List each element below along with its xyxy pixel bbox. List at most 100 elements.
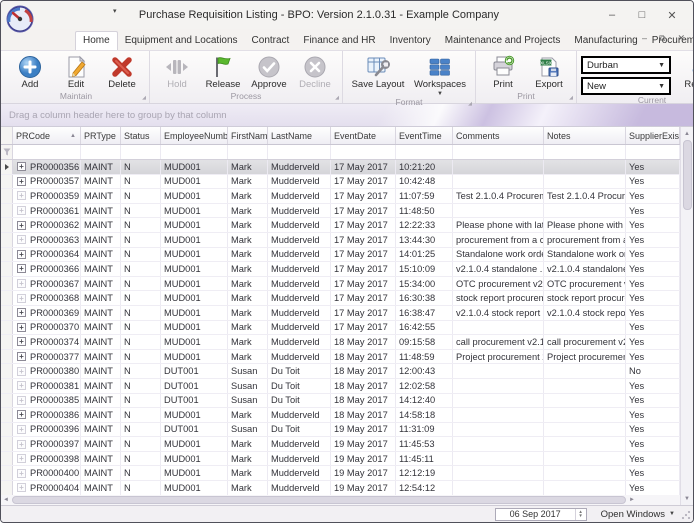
table-row[interactable]: +PR0000404 MAINT N MUD001 Mark Muddervel… [1, 481, 680, 495]
edit-button[interactable]: Edit [53, 53, 99, 90]
table-row[interactable]: +PR0000364 MAINT N MUD001 Mark Muddervel… [1, 248, 680, 263]
table-row[interactable]: +PR0000363 MAINT N MUD001 Mark Muddervel… [1, 233, 680, 248]
table-row[interactable]: +PR0000377 MAINT N MUD001 Mark Muddervel… [1, 350, 680, 365]
grid-filter-row[interactable] [1, 145, 680, 160]
tab-contract[interactable]: Contract [245, 32, 297, 50]
table-row[interactable]: +PR0000367 MAINT N MUD001 Mark Muddervel… [1, 277, 680, 292]
expand-row-icon[interactable]: + [17, 483, 26, 492]
column-header-status[interactable]: Status [121, 127, 161, 144]
table-row[interactable]: +PR0000381 MAINT N DUT001 Susan Du Toit … [1, 379, 680, 394]
expand-row-icon[interactable]: + [17, 206, 26, 215]
expand-row-icon[interactable]: + [17, 308, 26, 317]
ribbon-close-icon[interactable]: ✕ [677, 33, 685, 44]
expand-row-icon[interactable]: + [17, 396, 26, 405]
table-row[interactable]: +PR0000400 MAINT N MUD001 Mark Muddervel… [1, 466, 680, 481]
table-row[interactable]: +PR0000370 MAINT N MUD001 Mark Muddervel… [1, 321, 680, 336]
filter-cell[interactable] [13, 145, 81, 159]
minimize-button[interactable]: – [597, 4, 627, 26]
add-button[interactable]: Add [7, 53, 53, 90]
date-spinner[interactable]: ▲▼ [575, 509, 586, 520]
date-picker[interactable]: 06 Sep 2017 ▲▼ [495, 508, 587, 521]
filter-cell[interactable] [268, 145, 331, 159]
column-header-notes[interactable]: Notes [544, 127, 626, 144]
expand-row-icon[interactable]: + [17, 410, 26, 419]
export-button[interactable]: XLSX Export [526, 53, 572, 90]
table-row[interactable]: +PR0000396 MAINT N DUT001 Susan Du Toit … [1, 423, 680, 438]
expand-row-icon[interactable]: + [17, 162, 26, 171]
release-button[interactable]: Release [200, 53, 246, 90]
table-row[interactable]: +PR0000366 MAINT N MUD001 Mark Muddervel… [1, 262, 680, 277]
filter-cell[interactable] [396, 145, 453, 159]
tab-home[interactable]: Home [75, 31, 118, 50]
table-row[interactable]: +PR0000361 MAINT N MUD001 Mark Muddervel… [1, 204, 680, 219]
expand-row-icon[interactable]: + [17, 323, 26, 332]
column-header-employeenumber[interactable]: EmployeeNumber [161, 127, 228, 144]
workspaces-button[interactable]: Workspaces ▼ [409, 53, 471, 97]
tab-maintenance-and-projects[interactable]: Maintenance and Projects [438, 32, 568, 50]
expand-row-icon[interactable]: + [17, 191, 26, 200]
open-windows-button[interactable]: Open Windows ▼ [601, 509, 675, 520]
table-row[interactable]: +PR0000374 MAINT N MUD001 Mark Muddervel… [1, 335, 680, 350]
vertical-scroll-thumb[interactable] [683, 140, 692, 210]
filter-cell[interactable] [121, 145, 161, 159]
delete-button[interactable]: Delete [99, 53, 145, 90]
expand-row-icon[interactable]: + [17, 337, 26, 346]
filter-cell[interactable] [331, 145, 396, 159]
save-layout-button[interactable]: Save Layout [347, 53, 409, 90]
expand-row-icon[interactable]: + [17, 177, 26, 186]
quick-access-dropdown-icon[interactable]: ▾ [113, 7, 117, 15]
column-header-lastname[interactable]: LastName [268, 127, 331, 144]
table-row[interactable]: +PR0000397 MAINT N MUD001 Mark Muddervel… [1, 437, 680, 452]
table-row[interactable]: +PR0000380 MAINT N DUT001 Susan Du Toit … [1, 364, 680, 379]
ribbon-restore-icon[interactable]: ⧉ [659, 33, 665, 44]
column-header-supplierexist[interactable]: SupplierExist [626, 127, 680, 144]
dialog-launcher-icon[interactable]: ◢ [468, 101, 472, 107]
expand-row-icon[interactable]: + [17, 250, 26, 259]
filter-cell[interactable] [626, 145, 680, 159]
filter-cell[interactable] [81, 145, 121, 159]
vertical-scrollbar[interactable]: ▲ ▼ [680, 127, 693, 505]
expand-row-icon[interactable]: + [17, 440, 26, 449]
tab-manufacturing[interactable]: Manufacturing [567, 32, 644, 50]
maximize-button[interactable]: □ [627, 4, 657, 26]
refresh-button[interactable]: Refresh [679, 53, 694, 90]
scroll-left-icon[interactable]: ◄ [1, 497, 11, 503]
table-row[interactable]: +PR0000357 MAINT N MUD001 Mark Muddervel… [1, 175, 680, 190]
scroll-right-icon[interactable]: ► [627, 497, 637, 503]
close-button[interactable]: ✕ [657, 4, 687, 26]
expand-row-icon[interactable]: + [17, 264, 26, 273]
column-header-prtype[interactable]: PRType [81, 127, 121, 144]
filter-cell[interactable] [161, 145, 228, 159]
table-row[interactable]: +PR0000369 MAINT N MUD001 Mark Muddervel… [1, 306, 680, 321]
table-row[interactable]: +PR0000362 MAINT N MUD001 Mark Muddervel… [1, 218, 680, 233]
expand-row-icon[interactable]: + [17, 352, 26, 361]
horizontal-scrollbar[interactable]: ◄ ► [1, 495, 637, 505]
site-combobox[interactable]: Durban ▼ [581, 56, 671, 74]
scroll-up-icon[interactable]: ▲ [681, 127, 694, 140]
column-header-eventtime[interactable]: EventTime [396, 127, 453, 144]
table-row[interactable]: +PR0000398 MAINT N MUD001 Mark Muddervel… [1, 452, 680, 467]
expand-row-icon[interactable]: + [17, 367, 26, 376]
filter-cell[interactable] [228, 145, 268, 159]
dialog-launcher-icon[interactable]: ◢ [142, 95, 146, 101]
expand-row-icon[interactable]: + [17, 279, 26, 288]
dialog-launcher-icon[interactable]: ◢ [569, 95, 573, 101]
expand-row-icon[interactable]: + [17, 425, 26, 434]
dialog-launcher-icon[interactable]: ◢ [335, 95, 339, 101]
expand-row-icon[interactable]: + [17, 294, 26, 303]
column-header-eventdate[interactable]: EventDate [331, 127, 396, 144]
table-row[interactable]: +PR0000386 MAINT N MUD001 Mark Muddervel… [1, 408, 680, 423]
table-row[interactable]: +PR0000359 MAINT N MUD001 Mark Muddervel… [1, 189, 680, 204]
tab-inventory[interactable]: Inventory [383, 32, 438, 50]
filter-cell[interactable] [453, 145, 544, 159]
expand-row-icon[interactable]: + [17, 454, 26, 463]
table-row[interactable]: +PR0000368 MAINT N MUD001 Mark Muddervel… [1, 291, 680, 306]
column-header-prcode[interactable]: PRCode▲ [13, 127, 81, 144]
resize-grip[interactable] [681, 510, 691, 520]
expand-row-icon[interactable]: + [17, 235, 26, 244]
expand-row-icon[interactable]: + [17, 221, 26, 230]
expand-row-icon[interactable]: + [17, 381, 26, 390]
horizontal-scroll-thumb[interactable] [12, 496, 626, 504]
column-header-comments[interactable]: Comments [453, 127, 544, 144]
status-combobox[interactable]: New ▼ [581, 77, 671, 95]
